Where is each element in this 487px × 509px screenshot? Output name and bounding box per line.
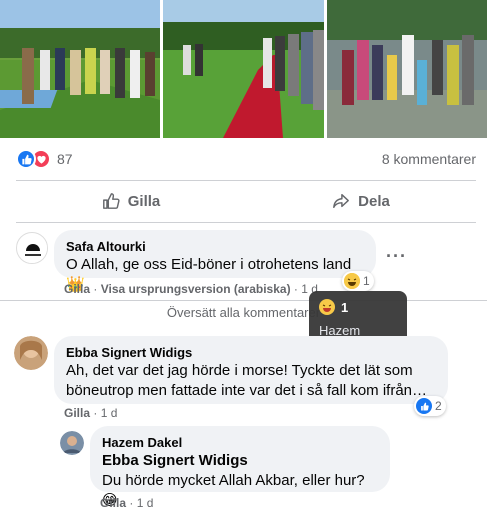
reaction-count: 1	[363, 274, 370, 288]
comment-reaction-badge[interactable]: 1	[342, 271, 374, 291]
comment-bubble: Safa Altourki O Allah, ge oss Eid-böner …	[54, 230, 376, 293]
reply-mention[interactable]: Ebba Signert Widigs	[102, 451, 378, 471]
comment-text: Ah, det var det jag hörde i morse! Tyckt…	[66, 362, 428, 399]
comment-like-link[interactable]: Gilla	[64, 282, 90, 296]
more-options-icon[interactable]: ···	[386, 246, 407, 267]
reply-timestamp[interactable]: 1 d	[137, 496, 154, 509]
reply-meta: Gilla · 1 d	[100, 496, 154, 509]
avatar[interactable]	[60, 431, 84, 455]
comment-author[interactable]: Safa Altourki	[66, 238, 364, 255]
like-reaction-icon	[16, 149, 36, 169]
reply-bubble: Hazem Dakel Ebba Signert Widigs Du hörde…	[90, 426, 390, 509]
comment-count[interactable]: 8 kommentarer	[382, 151, 476, 167]
reply-like-link[interactable]: Gilla	[100, 496, 126, 509]
reaction-summary-row: 87 8 kommentarer	[16, 148, 476, 170]
like-button-label: Gilla	[127, 192, 161, 210]
reaction-count: 2	[435, 399, 442, 413]
share-button-label: Dela	[358, 192, 390, 210]
post-photo-2[interactable]	[163, 0, 324, 138]
thumbs-up-icon	[102, 193, 120, 209]
post-photo-3[interactable]	[327, 0, 487, 138]
see-original-link[interactable]: Visa ursprungsversion (arabiska)	[101, 282, 291, 296]
reaction-summary[interactable]: 87	[16, 149, 73, 169]
comment-meta: Gilla · 1 d	[64, 406, 118, 420]
share-arrow-icon	[333, 193, 350, 209]
haha-reaction-icon	[344, 273, 360, 289]
avatar[interactable]	[16, 232, 48, 264]
post-photo-grid	[0, 0, 487, 138]
divider	[16, 222, 476, 223]
reaction-count: 87	[57, 151, 73, 167]
reply-author[interactable]: Hazem Dakel	[102, 434, 378, 451]
divider	[0, 300, 487, 301]
share-button[interactable]: Dela	[246, 186, 476, 216]
comment-bubble: Ebba Signert Widigs Ah, det var det jag …	[54, 336, 448, 404]
haha-reaction-icon	[319, 299, 335, 315]
comment-meta: Gilla · Visa ursprungsversion (arabiska)…	[64, 282, 318, 296]
post-actions: Gilla Dela	[16, 186, 476, 216]
comment-timestamp[interactable]: 1 d	[101, 406, 118, 420]
comment-like-link[interactable]: Gilla	[64, 406, 90, 420]
divider	[16, 180, 476, 181]
like-button[interactable]: Gilla	[16, 186, 246, 216]
translate-all-link[interactable]: Översätt alla kommentarer	[0, 305, 487, 320]
comment-reaction-badge[interactable]: 2	[414, 396, 446, 416]
comment-author[interactable]: Ebba Signert Widigs	[66, 344, 436, 361]
like-reaction-icon	[416, 398, 432, 414]
post-photo-1[interactable]	[0, 0, 160, 138]
tooltip-count: 1	[341, 299, 349, 315]
avatar[interactable]	[14, 336, 48, 370]
